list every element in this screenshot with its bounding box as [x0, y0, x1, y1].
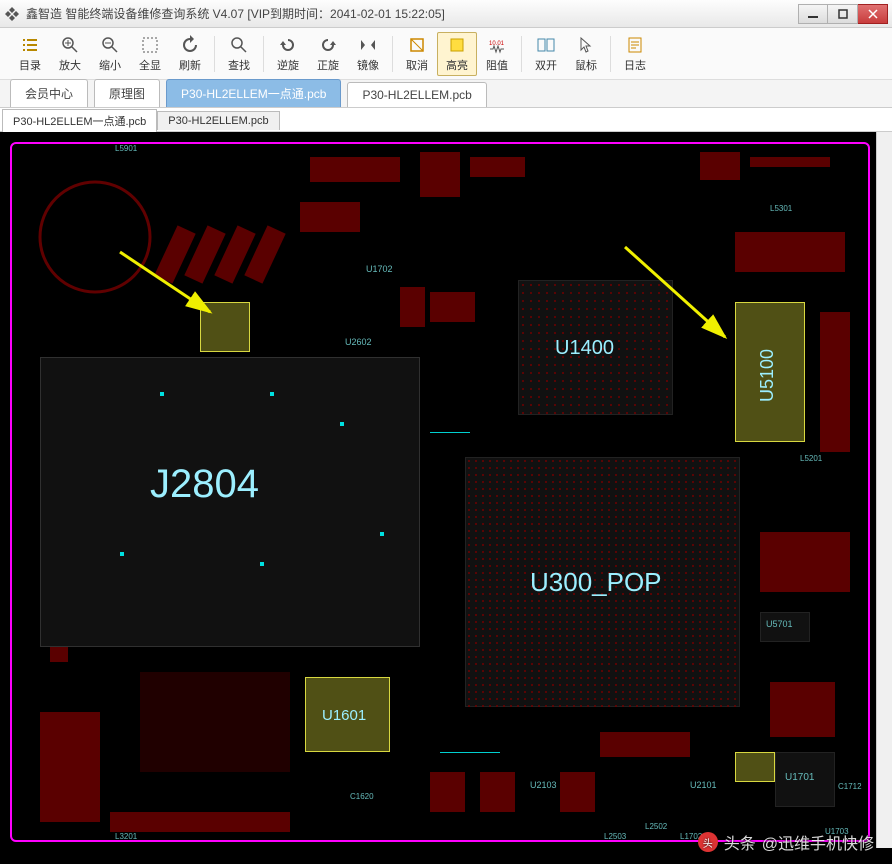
mirror-icon: [358, 35, 378, 55]
list-icon: [20, 35, 40, 55]
tab-pcb-yidiantong[interactable]: P30-HL2ELLEM一点通.pcb: [166, 79, 341, 107]
toolbar-separator: [610, 36, 611, 72]
zoom-out-button[interactable]: 缩小: [90, 32, 130, 76]
highlight-button[interactable]: 高亮: [437, 32, 477, 76]
toolbar-separator: [521, 36, 522, 72]
document-tabbar: 会员中心 原理图 P30-HL2ELLEM一点通.pcb P30-HL2ELLE…: [0, 80, 892, 108]
component-u1701[interactable]: [775, 752, 835, 807]
component-pad: [420, 152, 460, 197]
tab-pcb-main[interactable]: P30-HL2ELLEM.pcb: [347, 82, 486, 107]
component-pad: [600, 732, 690, 757]
component-pad: [480, 772, 515, 812]
window-title: 鑫智造 智能终端设备维修查询系统 V4.07 [VIP到期时间：2041-02-…: [26, 5, 798, 22]
catalog-button[interactable]: 目录: [10, 32, 50, 76]
tab-member-center[interactable]: 会员中心: [10, 79, 88, 107]
component-pad: [735, 232, 845, 272]
trace: [430, 432, 470, 433]
zoom-out-icon: [100, 35, 120, 55]
search-icon: [229, 35, 249, 55]
trace: [440, 752, 500, 753]
highlight-chip-small[interactable]: [735, 752, 775, 782]
dual-icon: [536, 35, 556, 55]
component-pad: [140, 672, 290, 772]
mouse-button[interactable]: 鼠标: [566, 32, 606, 76]
log-button[interactable]: 日志: [615, 32, 655, 76]
toolbar-separator: [214, 36, 215, 72]
resistance-button[interactable]: 10.01阻值: [477, 32, 517, 76]
component-pad: [110, 812, 290, 832]
component-u5100[interactable]: [735, 302, 805, 442]
mirror-button[interactable]: 镜像: [348, 32, 388, 76]
refresh-button[interactable]: 刷新: [170, 32, 210, 76]
dual-open-button[interactable]: 双开: [526, 32, 566, 76]
cursor-icon: [576, 35, 596, 55]
svg-text:10.01: 10.01: [489, 41, 505, 47]
component-u1601[interactable]: [305, 677, 390, 752]
watermark-icon: 头: [698, 832, 718, 852]
component-j2804[interactable]: [40, 357, 420, 647]
component-u300[interactable]: [465, 457, 740, 707]
vertical-scrollbar[interactable]: [876, 132, 892, 848]
component-pad: [560, 772, 595, 812]
window-titlebar: 鑫智造 智能终端设备维修查询系统 V4.07 [VIP到期时间：2041-02-…: [0, 0, 892, 28]
maximize-button[interactable]: [828, 4, 858, 24]
component-pad: [770, 682, 835, 737]
circle-cutout: [30, 172, 160, 302]
rotate-ccw-icon: [278, 35, 298, 55]
toolbar-separator: [392, 36, 393, 72]
component-pad: [300, 202, 360, 232]
cancel-button[interactable]: 取消: [397, 32, 437, 76]
resistance-icon: 10.01: [487, 35, 507, 55]
component-pad: [700, 152, 740, 180]
rotate-cw-button[interactable]: 正旋: [308, 32, 348, 76]
component-u5701[interactable]: [760, 612, 810, 642]
fit-icon: [140, 35, 160, 55]
toolbar-separator: [263, 36, 264, 72]
find-button[interactable]: 查找: [219, 32, 259, 76]
zoom-in-icon: [60, 35, 80, 55]
log-icon: [625, 35, 645, 55]
subtab-pcb-yidiantong[interactable]: P30-HL2ELLEM一点通.pcb: [2, 109, 157, 132]
component-pad: [760, 532, 850, 592]
cancel-icon: [407, 35, 427, 55]
component-pad: [400, 287, 425, 327]
close-button[interactable]: [858, 4, 888, 24]
rotate-cw-icon: [318, 35, 338, 55]
component-pad: [430, 292, 475, 322]
app-icon: [4, 6, 20, 22]
component-pad: [820, 312, 850, 452]
component-pad: [430, 772, 465, 812]
subtab-pcb-main[interactable]: P30-HL2ELLEM.pcb: [157, 111, 279, 130]
minimize-button[interactable]: [798, 4, 828, 24]
highlight-chip-1[interactable]: [200, 302, 250, 352]
component-pad: [40, 712, 100, 822]
fit-all-button[interactable]: 全显: [130, 32, 170, 76]
watermark-text: @迅维手机快修: [762, 830, 874, 854]
component-u1400[interactable]: [518, 280, 673, 415]
main-toolbar: 目录 放大 缩小 全显 刷新 查找 逆旋 正旋 镜像 取消 高亮 10.01阻值…: [0, 28, 892, 80]
pcb-canvas[interactable]: J2804 U1400 U300_POP U5100 U1601 U1701 U…: [0, 132, 892, 864]
view-tabbar: P30-HL2ELLEM一点通.pcb P30-HL2ELLEM.pcb: [0, 108, 892, 132]
highlight-icon: [447, 35, 467, 55]
zoom-in-button[interactable]: 放大: [50, 32, 90, 76]
refresh-icon: [180, 35, 200, 55]
component-pad: [750, 157, 830, 167]
watermark-prefix: 头条: [724, 830, 756, 854]
component-pad: [310, 157, 400, 182]
tab-schematic[interactable]: 原理图: [94, 79, 160, 107]
component-pad: [470, 157, 525, 177]
rotate-ccw-button[interactable]: 逆旋: [268, 32, 308, 76]
watermark: 头 头条 @迅维手机快修: [698, 830, 874, 854]
